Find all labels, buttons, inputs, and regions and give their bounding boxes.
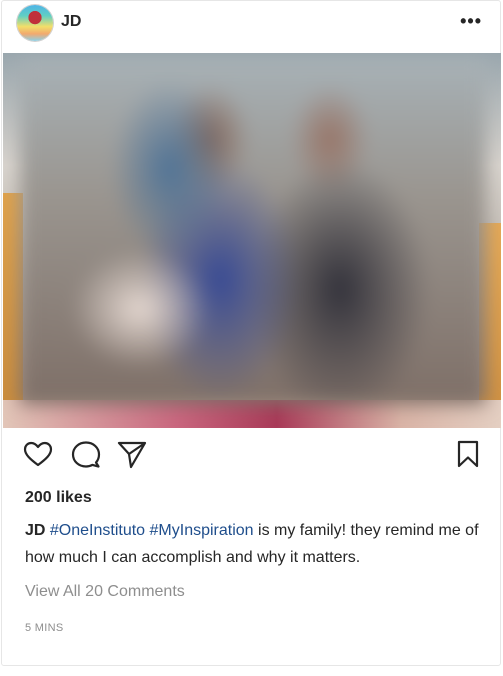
share-icon[interactable] bbox=[116, 438, 148, 470]
view-comments-link[interactable]: View All 20 Comments bbox=[25, 583, 185, 601]
more-icon[interactable]: ••• bbox=[460, 11, 482, 32]
caption-username[interactable]: JD bbox=[25, 522, 45, 539]
blurred-image bbox=[20, 59, 486, 404]
post-card: JD ••• 200 likes JD #OneInstituto #MyIns… bbox=[1, 0, 501, 666]
post-username[interactable]: JD bbox=[61, 13, 81, 31]
hashtag-oneinstituto[interactable]: #OneInstituto bbox=[50, 522, 145, 539]
bookmark-icon[interactable] bbox=[452, 438, 484, 470]
likes-count[interactable]: 200 likes bbox=[25, 489, 92, 507]
heart-icon[interactable] bbox=[22, 438, 54, 470]
post-timestamp: 5 MINS bbox=[25, 622, 64, 634]
post-caption: JD #OneInstituto #MyInspiration is my fa… bbox=[25, 517, 490, 571]
post-photo[interactable] bbox=[3, 53, 501, 428]
comment-icon[interactable] bbox=[70, 438, 102, 470]
hashtag-myinspiration[interactable]: #MyInspiration bbox=[150, 522, 254, 539]
avatar[interactable] bbox=[17, 5, 53, 41]
action-bar bbox=[2, 438, 500, 482]
post-header: JD ••• bbox=[2, 1, 500, 47]
